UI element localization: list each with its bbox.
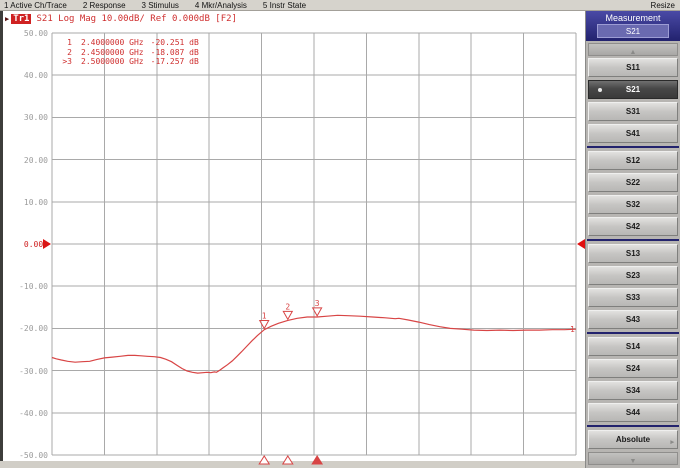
sidebar-group-separator [587, 332, 679, 334]
y-axis-label: -30.00 [2, 367, 48, 376]
trace-status-text: S21 Log Mag 10.00dB/ Ref 0.000dB [F2] [36, 14, 236, 24]
sidebar-button-s32[interactable]: S32 [588, 195, 678, 214]
y-axis-label: 40.00 [2, 71, 48, 80]
sidebar-button-s12[interactable]: S12 [588, 151, 678, 170]
softkey-label: S32 [626, 200, 640, 209]
marker-frequency: 2.5000000 GHz [81, 57, 144, 67]
y-axis-label: -50.00 [2, 451, 48, 460]
sidebar-button-list: S11 S21 S31 S41 S12 S22 S32 S42 S13 S23 S33 S43 S14 S… [586, 58, 680, 422]
marker-2-stimulus-icon [283, 456, 293, 464]
marker-readout-row: 2 2.4500000 GHz -18.087 dB [58, 48, 199, 58]
selected-measurement-display: S21 [597, 24, 669, 38]
softkey-label: S13 [626, 249, 640, 258]
y-axis-label: -20.00 [2, 324, 48, 333]
marker-value: -18.087 dB [151, 48, 199, 58]
sidebar-button-s21[interactable]: S21 [588, 80, 678, 99]
menu-item[interactable]: 5 Instr State [263, 1, 306, 10]
scroll-down-icon [630, 450, 637, 468]
sidebar-group-separator [587, 239, 679, 241]
sidebar-button-s44[interactable]: S44 [588, 403, 678, 422]
menu-bar: 1 Active Ch/Trace 2 Response 3 Stimulus 4 M… [0, 0, 680, 11]
trace-end-number: 1 [570, 325, 575, 334]
softkey-label: S41 [626, 129, 640, 138]
menu-item[interactable]: 2 Response [83, 1, 126, 10]
softkey-label: S44 [626, 408, 640, 417]
marker-id: 1 [58, 38, 72, 48]
y-axis-label: -40.00 [2, 409, 48, 418]
softkey-label: S33 [626, 293, 640, 302]
softkey-label: S31 [626, 107, 640, 116]
marker-id: >3 [58, 57, 72, 67]
scroll-up-button[interactable] [588, 43, 678, 56]
marker-readout-row: >3 2.5000000 GHz -17.257 dB [58, 57, 199, 67]
sidebar-button-s24[interactable]: S24 [588, 359, 678, 378]
softkey-label: S42 [626, 222, 640, 231]
y-axis-label: -10.00 [2, 282, 48, 291]
softkey-menu-title: Measurement [605, 13, 660, 23]
sidebar-button-s22[interactable]: S22 [588, 173, 678, 192]
marker-1-stimulus-icon [259, 456, 269, 464]
submenu-arrow-icon [670, 437, 674, 446]
sidebar-button-s34[interactable]: S34 [588, 381, 678, 400]
marker-value: -17.257 dB [151, 57, 199, 67]
sidebar-button-s23[interactable]: S23 [588, 266, 678, 285]
absolute-button-label: Absolute [616, 435, 650, 444]
selected-dot-icon [598, 88, 602, 92]
active-trace-arrow-icon: ▶ [5, 15, 9, 23]
softkey-label: S14 [626, 342, 640, 351]
marker-frequency: 2.4500000 GHz [81, 48, 144, 58]
resize-button[interactable]: Resize [651, 1, 680, 10]
sidebar-button-absolute[interactable]: Absolute [588, 430, 678, 449]
sidebar-button-s14[interactable]: S14 [588, 337, 678, 356]
softkey-label: S12 [626, 156, 640, 165]
sidebar-button-s43[interactable]: S43 [588, 310, 678, 329]
marker-3-stimulus-icon [312, 456, 322, 464]
marker-readout: 1 2.4000000 GHz -20.251 dB 2 2.4500000 GHz -1… [58, 38, 199, 67]
marker-readout-row: 1 2.4000000 GHz -20.251 dB [58, 38, 199, 48]
sidebar-button-s42[interactable]: S42 [588, 217, 678, 236]
marker-1-symbol-icon [260, 320, 269, 328]
sidebar-button-s31[interactable]: S31 [588, 102, 678, 121]
sidebar-button-s41[interactable]: S41 [588, 124, 678, 143]
y-axis-label: 20.00 [2, 156, 48, 165]
marker-3-number: 3 [315, 299, 320, 308]
sidebar-button-s13[interactable]: S13 [588, 244, 678, 263]
reference-level-label: 0.000 [2, 240, 48, 249]
scroll-up-icon [630, 41, 637, 59]
sidebar-button-s33[interactable]: S33 [588, 288, 678, 307]
y-axis-label: 50.00 [2, 29, 48, 38]
marker-id: 2 [58, 48, 72, 58]
softkey-label: S11 [626, 63, 640, 72]
softkey-label: S43 [626, 315, 640, 324]
marker-2-number: 2 [285, 302, 290, 311]
menu-item[interactable]: 1 Active Ch/Trace [4, 1, 67, 10]
softkey-menu-header: Measurement S21 [586, 11, 680, 41]
trace-label-badge[interactable]: Tr1 [11, 14, 31, 24]
trace-status-line: ▶ Tr1 S21 Log Mag 10.00dB/ Ref 0.000dB [… [5, 13, 237, 25]
softkey-label: S22 [626, 178, 640, 187]
sidebar-button-s11[interactable]: S11 [588, 58, 678, 77]
menu-item[interactable]: 4 Mkr/Analysis [195, 1, 247, 10]
sidebar-group-separator [587, 425, 679, 427]
plot-area: 1231 [52, 33, 576, 469]
softkey-sidebar: Measurement S21 S11 S21 S31 S41 S12 S22 S32 S42… [585, 11, 680, 468]
ref-level-right-icon [577, 239, 585, 249]
marker-1-number: 1 [262, 311, 267, 320]
marker-value: -20.251 dB [151, 38, 199, 48]
y-axis-label: 10.00 [2, 198, 48, 207]
menu-items: 1 Active Ch/Trace 2 Response 3 Stimulus 4 M… [0, 1, 651, 10]
marker-2-symbol-icon [283, 311, 292, 319]
softkey-label: S34 [626, 386, 640, 395]
softkey-label: S21 [626, 85, 640, 94]
y-axis-label: 30.00 [2, 113, 48, 122]
softkey-label: S24 [626, 364, 640, 373]
menu-item[interactable]: 3 Stimulus [142, 1, 179, 10]
softkey-label: S23 [626, 271, 640, 280]
scroll-down-button[interactable] [588, 452, 678, 465]
marker-frequency: 2.4000000 GHz [81, 38, 144, 48]
sidebar-group-separator [587, 146, 679, 148]
